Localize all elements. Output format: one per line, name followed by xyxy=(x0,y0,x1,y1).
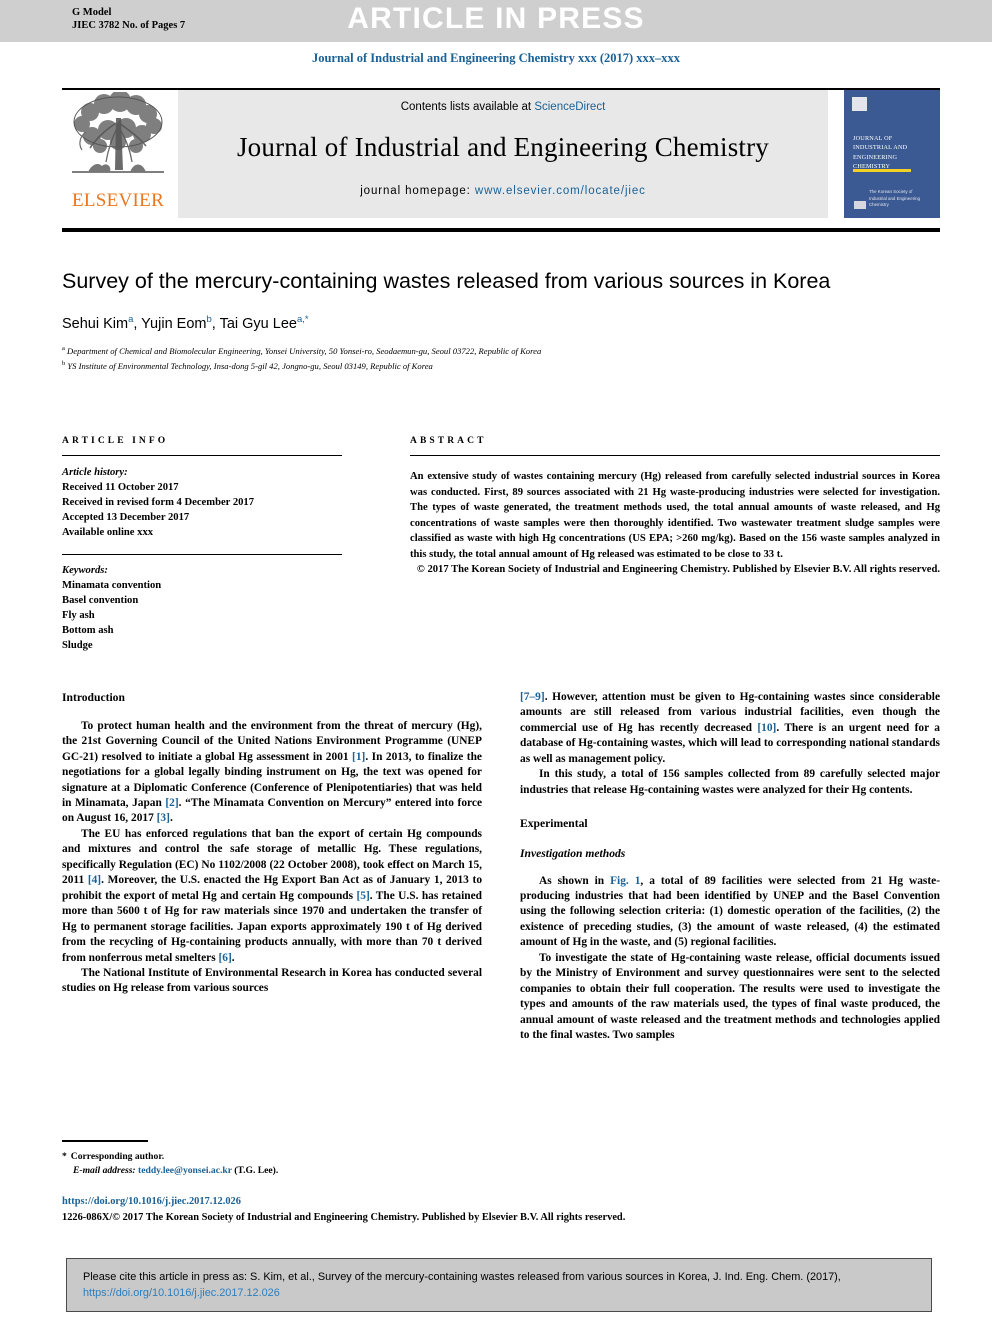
email-label: E-mail address: xyxy=(73,1164,136,1176)
masthead-center-panel: Contents lists available at ScienceDirec… xyxy=(178,90,828,218)
history-item: Received in revised form 4 December 2017 xyxy=(62,497,255,509)
intro-p2-part-d: . xyxy=(231,951,235,964)
footnote-rule xyxy=(62,1140,148,1142)
right-paragraph-4: To investigate the state of Hg-containin… xyxy=(520,951,940,1042)
g-model-block: G Model JIEC 3782 No. of Pages 7 xyxy=(72,6,185,32)
issn-copyright-line: 1226-086X/© 2017 The Korean Society of I… xyxy=(62,1212,626,1224)
affiliations: a Department of Chemical and Biomolecula… xyxy=(62,344,940,374)
article-history: Article history: Received 11 October 201… xyxy=(62,465,342,540)
citation-ref-1[interactable]: [1] xyxy=(352,751,365,763)
cite-doi-link[interactable]: https://doi.org/10.1016/j.jiec.2017.12.0… xyxy=(83,1287,280,1299)
title-block: Survey of the mercury-containing wastes … xyxy=(62,268,940,373)
citation-ref-7-9[interactable]: [7–9] xyxy=(520,691,545,703)
abstract-column: ABSTRACT An extensive study of wastes co… xyxy=(410,436,940,578)
doi-copyright-block: https://doi.org/10.1016/j.jiec.2017.12.0… xyxy=(62,1194,940,1226)
intro-paragraph-1: To protect human health and the environm… xyxy=(62,719,482,827)
keyword-item: Bottom ash xyxy=(62,625,114,637)
homepage-label: journal homepage: xyxy=(360,185,475,197)
asterisk-icon: * xyxy=(62,1150,67,1162)
right-p3-part-a: As shown in xyxy=(539,874,611,887)
sciencedirect-link[interactable]: ScienceDirect xyxy=(534,101,605,113)
right-paragraph-1: [7–9]. However, attention must be given … xyxy=(520,690,940,767)
journal-title: Journal of Industrial and Engineering Ch… xyxy=(236,132,770,162)
elsevier-tree-icon xyxy=(72,92,164,173)
article-history-label: Article history: xyxy=(62,467,128,478)
author-email-link[interactable]: teddy.lee@yonsei.ac.kr xyxy=(138,1165,232,1176)
right-paragraph-2: In this study, a total of 156 samples co… xyxy=(520,768,940,796)
section-heading-introduction: Introduction xyxy=(62,691,125,704)
email-line: E-mail address: teddy.lee@yonsei.ac.kr (… xyxy=(62,1164,482,1178)
cover-journal-title: Journal of Industrial and Engineering Ch… xyxy=(853,135,908,170)
figure-ref-1[interactable]: Fig. 1 xyxy=(610,875,640,887)
keyword-item: Minamata convention xyxy=(62,580,162,592)
affiliation-a-text: Department of Chemical and Biomolecular … xyxy=(67,345,542,356)
page-title: Survey of the mercury-containing wastes … xyxy=(62,269,831,293)
affiliation-b: b YS Institute of Environmental Technolo… xyxy=(62,359,433,371)
affiliation-b-text: YS Institute of Environmental Technology… xyxy=(67,360,433,371)
history-item: Available online xxx xyxy=(62,527,154,539)
intro-paragraph-2: The EU has enforced regulations that ban… xyxy=(62,827,482,966)
corresponding-author-footnote: * Corresponding author. E-mail address: t… xyxy=(62,1140,482,1178)
abstract-copyright: © 2017 The Korean Society of Industrial … xyxy=(416,564,940,576)
elsevier-logo: ELSEVIER xyxy=(62,90,174,218)
abstract-divider xyxy=(410,455,940,456)
intro-paragraph-3: The National Institute of Environmental … xyxy=(62,966,482,995)
doi-link[interactable]: https://doi.org/10.1016/j.jiec.2017.12.0… xyxy=(62,1194,940,1210)
journal-masthead: ELSEVIER Contents lists available at Sci… xyxy=(62,90,940,218)
cite-text: Please cite this article in press as: S.… xyxy=(83,1270,915,1302)
article-info-divider xyxy=(62,455,342,456)
body-column-left: Introduction To protect human health and… xyxy=(62,690,482,997)
keyword-item: Sludge xyxy=(62,640,93,652)
corresponding-author-text: Corresponding author. xyxy=(70,1150,165,1162)
history-item: Received 11 October 2017 xyxy=(62,482,179,494)
citation-ref-6[interactable]: [6] xyxy=(218,952,231,964)
g-model-line-1: G Model xyxy=(72,7,112,18)
keyword-item: Fly ash xyxy=(62,610,95,622)
g-model-line-2: JIEC 3782 No. of Pages 7 xyxy=(72,20,186,32)
citation-ref-2[interactable]: [2] xyxy=(165,797,178,809)
citation-ref-5[interactable]: [5] xyxy=(356,890,369,902)
cite-sentence: Please cite this article in press as: S.… xyxy=(83,1271,841,1283)
masthead-bottom-rule xyxy=(62,228,940,232)
contents-prefix: Contents lists available at xyxy=(400,101,535,113)
cover-footer-text: The Korean Society of Industrial and Eng… xyxy=(869,189,921,208)
cover-accent-rule xyxy=(853,169,911,172)
keywords-label: Keywords: xyxy=(62,565,108,577)
cover-society-logo-icon xyxy=(852,97,867,111)
citation-ref-3[interactable]: [3] xyxy=(157,812,170,824)
citation-ref-4[interactable]: [4] xyxy=(88,874,101,886)
keywords-divider xyxy=(62,554,342,556)
citation-ref-10[interactable]: [10] xyxy=(757,722,776,734)
keywords-block: Keywords: Minamata convention Basel conv… xyxy=(62,563,342,653)
keyword-item: Basel convention xyxy=(62,595,139,607)
running-head: Journal of Industrial and Engineering Ch… xyxy=(311,51,681,65)
please-cite-box: Please cite this article in press as: S.… xyxy=(66,1258,932,1312)
article-info-heading: ARTICLE INFO xyxy=(62,436,169,446)
elsevier-wordmark: ELSEVIER xyxy=(71,190,165,211)
right-paragraph-3: As shown in Fig. 1, a total of 89 facili… xyxy=(520,874,940,951)
abstract-heading: ABSTRACT xyxy=(410,436,487,446)
article-info-column: ARTICLE INFO Article history: Received 1… xyxy=(62,436,342,653)
body-column-right: [7–9]. However, attention must be given … xyxy=(520,690,940,1044)
email-owner: (T.G. Lee). xyxy=(234,1164,279,1176)
history-item: Accepted 13 December 2017 xyxy=(62,512,190,524)
section-heading-experimental: Experimental xyxy=(520,817,588,831)
journal-cover-thumbnail: Journal of Industrial and Engineering Ch… xyxy=(844,90,940,218)
corresponding-author-line: * Corresponding author. xyxy=(62,1150,482,1164)
contents-available-line: Contents lists available at ScienceDirec… xyxy=(178,101,828,113)
journal-homepage-link[interactable]: www.elsevier.com/locate/jiec xyxy=(475,185,646,197)
journal-homepage-line: journal homepage: www.elsevier.com/locat… xyxy=(178,185,828,197)
affiliation-a: a Department of Chemical and Biomolecula… xyxy=(62,344,542,356)
intro-p1-part-d: . xyxy=(169,812,173,825)
subsection-heading-investigation-methods: Investigation methods xyxy=(520,846,626,860)
abstract-text: An extensive study of wastes containing … xyxy=(410,471,940,560)
author-list: Sehui Kima, Yujin Eomb, Tai Gyu Leea,* xyxy=(62,313,309,332)
